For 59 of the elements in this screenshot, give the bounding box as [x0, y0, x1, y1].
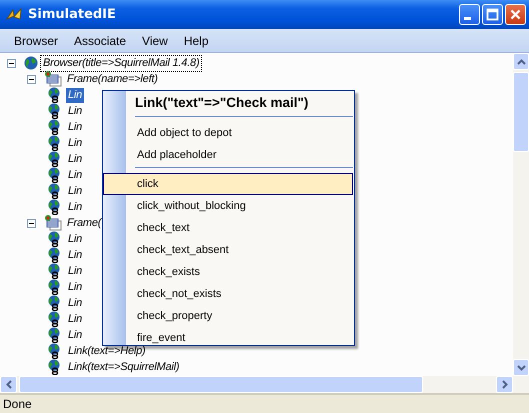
- menu-item[interactable]: click: [103, 173, 353, 195]
- menu-item[interactable]: check_text: [103, 217, 353, 239]
- menu-item[interactable]: click_without_blocking: [103, 195, 353, 217]
- tree-item[interactable]: Lin: [66, 248, 84, 262]
- scroll-left-button[interactable]: [0, 376, 17, 393]
- minimize-button[interactable]: [459, 4, 480, 25]
- chevron-down-icon: [516, 364, 526, 370]
- menu-item[interactable]: View: [134, 32, 176, 50]
- tree-item[interactable]: Lin: [66, 264, 84, 278]
- menu-item[interactable]: Help: [176, 32, 217, 50]
- collapse-toggle[interactable]: [27, 74, 36, 84]
- menu-item[interactable]: Browser: [6, 32, 66, 50]
- scroll-thumb[interactable]: [513, 72, 529, 152]
- horizontal-scrollbar[interactable]: [0, 376, 529, 393]
- tree-item[interactable]: Lin: [66, 104, 84, 118]
- globe-icon: [24, 56, 38, 70]
- menu-item[interactable]: Add placeholder: [103, 144, 353, 166]
- chevron-up-icon: [516, 58, 526, 64]
- tree-item[interactable]: Link(text=>SquirrelMail): [66, 360, 182, 374]
- menu-item[interactable]: check_text_absent: [103, 239, 353, 261]
- scroll-down-button[interactable]: [513, 359, 529, 376]
- chevron-left-icon: [6, 380, 12, 389]
- tree-item[interactable]: Lin: [66, 232, 84, 246]
- scroll-right-button[interactable]: [496, 376, 513, 393]
- scroll-up-button[interactable]: [513, 53, 529, 70]
- tree-item[interactable]: Lin: [66, 152, 84, 166]
- frames-icon: [44, 71, 62, 87]
- tree-item[interactable]: Lin: [66, 120, 84, 134]
- tree-item[interactable]: Lin: [66, 184, 84, 198]
- menu-item[interactable]: Add object to depot: [103, 122, 353, 144]
- tree-item[interactable]: Lin: [66, 136, 84, 150]
- tree-item[interactable]: Frame(name=>left): [65, 72, 160, 86]
- tree-item[interactable]: Lin: [66, 296, 84, 310]
- app-icon: [5, 6, 23, 22]
- vertical-scrollbar[interactable]: [513, 53, 529, 376]
- scroll-thumb[interactable]: [19, 376, 423, 393]
- close-button[interactable]: [505, 4, 526, 25]
- menu-title: Link("text"=>"Check mail"): [134, 94, 310, 112]
- frames-icon: [44, 215, 62, 231]
- menu-item[interactable]: check_not_exists: [103, 283, 353, 305]
- tree-item[interactable]: Browser(title=>SquirrelMail 1.4.8): [41, 56, 202, 70]
- menu-item[interactable]: check_exists: [103, 261, 353, 283]
- tree-item[interactable]: Link(text=>Help): [66, 344, 148, 358]
- menu-item[interactable]: Associate: [66, 32, 134, 50]
- collapse-toggle[interactable]: [7, 58, 16, 68]
- chevron-right-icon: [502, 380, 508, 389]
- tree-item[interactable]: Frame(: [65, 216, 104, 230]
- collapse-toggle[interactable]: [27, 218, 36, 228]
- status-text: Done: [3, 397, 32, 411]
- tree-item[interactable]: Lin: [66, 280, 84, 294]
- tree-item[interactable]: Lin: [66, 312, 84, 326]
- window-title: SimulatedIE: [28, 7, 117, 22]
- tree-item[interactable]: Lin: [66, 200, 84, 214]
- tree-item[interactable]: Lin: [66, 328, 84, 342]
- maximize-button[interactable]: [482, 4, 503, 25]
- menu-item[interactable]: check_property: [103, 305, 353, 327]
- minimize-icon: [464, 17, 470, 20]
- tree-item[interactable]: Lin: [66, 168, 84, 182]
- tree-item[interactable]: Lin: [66, 88, 84, 102]
